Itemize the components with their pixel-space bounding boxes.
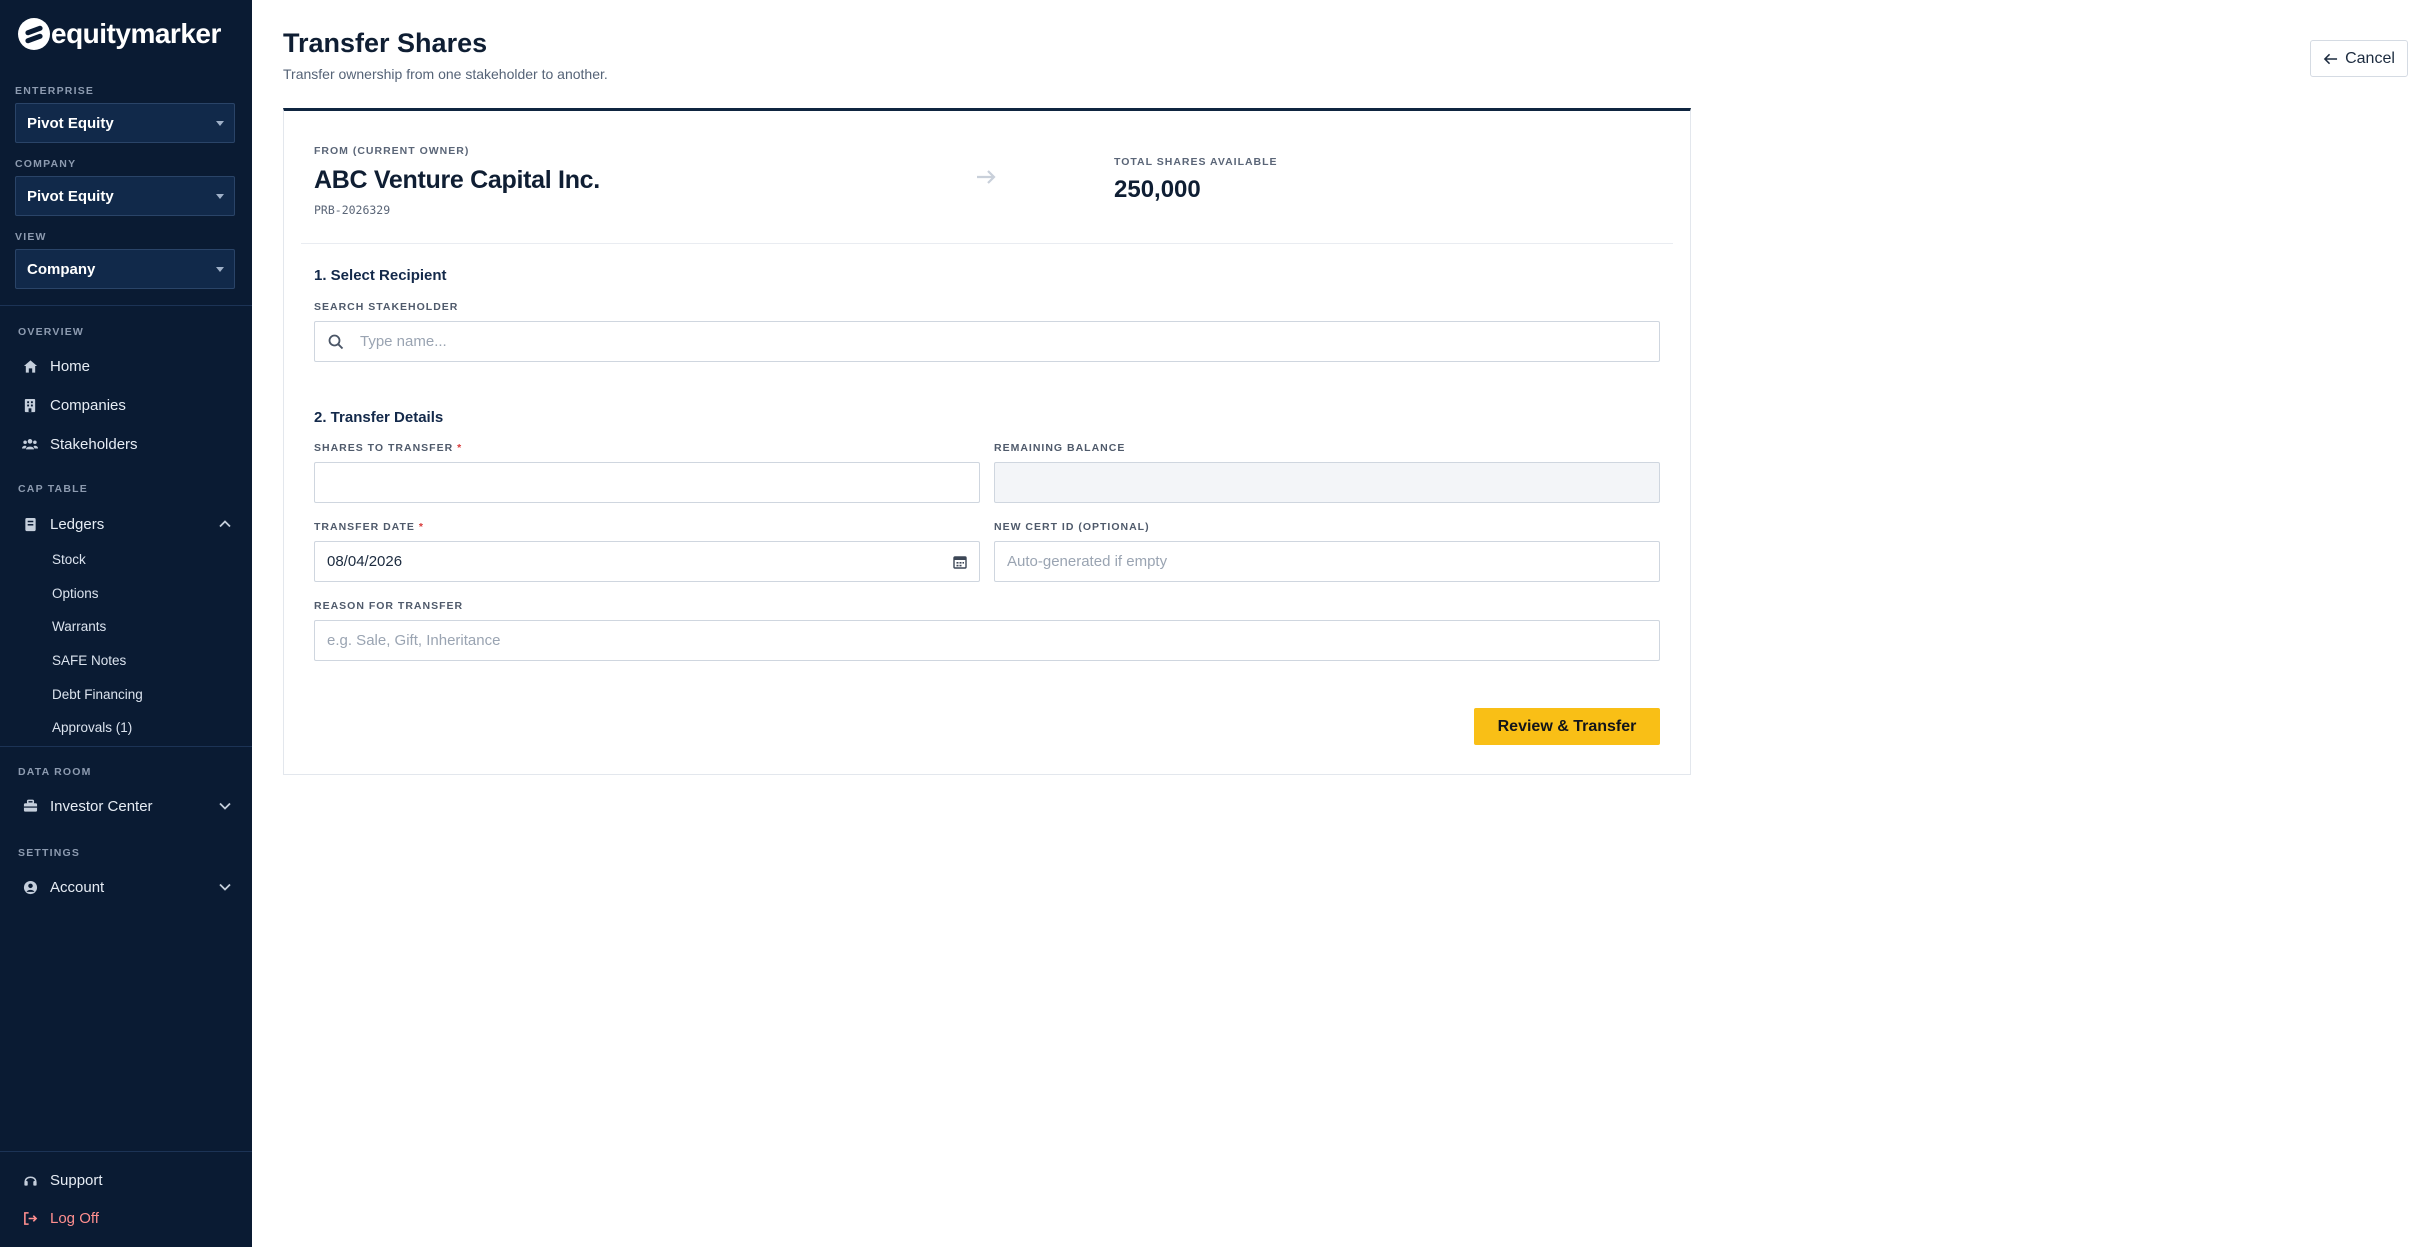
new-cert-id-input[interactable]: Auto-generated if empty <box>994 541 1660 582</box>
building-icon <box>22 397 38 413</box>
chevron-down-icon[interactable] <box>216 797 234 815</box>
cancel-button-label: Cancel <box>2345 49 2395 67</box>
sidebar-divider <box>0 305 252 306</box>
cap-table-section-label: CAP TABLE <box>18 483 88 495</box>
enterprise-select-value: Pivot Equity <box>27 114 114 132</box>
enterprise-select[interactable]: Pivot Equity <box>15 103 235 143</box>
review-transfer-button[interactable]: Review & Transfer <box>1474 708 1660 745</box>
shares-to-transfer-input[interactable] <box>314 462 980 503</box>
sidebar-item-label: Account <box>50 878 105 896</box>
reason-for-transfer-placeholder: e.g. Sale, Gift, Inheritance <box>327 632 501 649</box>
transfer-date-input[interactable]: 08/04/2026 <box>314 541 980 582</box>
sidebar-divider <box>0 746 252 747</box>
overview-section-label: OVERVIEW <box>18 326 85 338</box>
transfer-details-heading: 2. Transfer Details <box>314 409 444 426</box>
sidebar-subitem-debt-financing[interactable]: Debt Financing <box>52 687 143 702</box>
review-transfer-button-label: Review & Transfer <box>1497 717 1637 735</box>
sidebar-item-account[interactable]: Account <box>22 874 234 900</box>
total-shares-value: 250,000 <box>1114 176 1201 203</box>
search-icon <box>328 334 344 349</box>
sidebar-item-support[interactable]: Support <box>22 1167 234 1193</box>
cancel-button[interactable]: Cancel <box>2310 40 2408 77</box>
company-select[interactable]: Pivot Equity <box>15 176 235 216</box>
settings-section-label: SETTINGS <box>18 847 81 859</box>
users-icon <box>22 436 38 452</box>
home-icon <box>22 358 38 374</box>
sidebar-subitem-safe-notes[interactable]: SAFE Notes <box>52 653 126 668</box>
sidebar-item-ledgers[interactable]: Ledgers <box>22 511 234 537</box>
from-owner-name: ABC Venture Capital Inc. <box>314 166 600 194</box>
sidebar-item-label: Log Off <box>50 1209 99 1227</box>
calendar-icon[interactable] <box>953 555 967 569</box>
view-select-value: Company <box>27 260 96 278</box>
page-title: Transfer Shares <box>283 28 488 58</box>
caret-down-icon <box>216 121 224 126</box>
data-room-section-label: DATA ROOM <box>18 766 92 778</box>
logo-text: equitymarker <box>51 18 221 49</box>
enterprise-label: ENTERPRISE <box>15 85 95 97</box>
view-select[interactable]: Company <box>15 249 235 289</box>
select-recipient-heading: 1. Select Recipient <box>314 267 447 284</box>
search-stakeholder-placeholder: Type name... <box>360 333 447 350</box>
sidebar-item-label: Support <box>50 1171 103 1189</box>
caret-down-icon <box>216 194 224 199</box>
transfer-date-label: TRANSFER DATE * <box>314 521 424 533</box>
page-subtitle: Transfer ownership from one stakeholder … <box>283 66 608 82</box>
sidebar-subitem-options[interactable]: Options <box>52 586 99 601</box>
reason-for-transfer-input[interactable]: e.g. Sale, Gift, Inheritance <box>314 620 1660 661</box>
sidebar-subitem-approvals[interactable]: Approvals (1) <box>52 720 132 735</box>
sidebar-item-stakeholders[interactable]: Stakeholders <box>22 431 234 457</box>
ledger-icon <box>22 516 38 532</box>
sidebar-subitem-warrants[interactable]: Warrants <box>52 619 106 634</box>
sidebar-subitem-stock[interactable]: Stock <box>52 552 86 567</box>
sidebar-item-logoff[interactable]: Log Off <box>22 1205 234 1231</box>
search-stakeholder-input[interactable]: Type name... <box>314 321 1660 362</box>
from-owner-label: FROM (CURRENT OWNER) <box>314 145 470 157</box>
arrow-left-icon <box>2323 53 2338 64</box>
shares-to-transfer-label: SHARES TO TRANSFER * <box>314 442 463 454</box>
remaining-balance-label: REMAINING BALANCE <box>994 442 1126 454</box>
brand-logo[interactable]: equitymarker <box>18 16 221 52</box>
chevron-up-icon[interactable] <box>216 515 234 533</box>
logo-mark-icon <box>18 18 50 50</box>
chevron-down-icon[interactable] <box>216 878 234 896</box>
company-select-value: Pivot Equity <box>27 187 114 205</box>
sidebar-item-companies[interactable]: Companies <box>22 392 234 418</box>
headset-icon <box>22 1172 38 1188</box>
sidebar-item-label: Ledgers <box>50 515 105 533</box>
new-cert-id-label: NEW CERT ID (OPTIONAL) <box>994 521 1150 533</box>
briefcase-icon <box>22 798 38 814</box>
sidebar-item-home[interactable]: Home <box>22 353 234 379</box>
from-owner-id: PRB-2026329 <box>314 203 391 217</box>
sidebar-item-label: Companies <box>50 396 126 414</box>
transfer-date-value: 08/04/2026 <box>327 553 403 570</box>
remaining-balance-field <box>994 462 1660 503</box>
sidebar-item-label: Home <box>50 357 91 375</box>
view-label: VIEW <box>15 231 47 243</box>
arrow-right-icon <box>977 170 996 184</box>
reason-for-transfer-label: REASON FOR TRANSFER <box>314 600 464 612</box>
user-circle-icon <box>22 879 38 895</box>
required-asterisk: * <box>418 521 424 533</box>
logout-icon <box>22 1210 38 1226</box>
transfer-card: FROM (CURRENT OWNER) ABC Venture Capital… <box>283 108 1691 775</box>
sidebar-divider <box>0 1151 252 1152</box>
search-stakeholder-label: SEARCH STAKEHOLDER <box>314 301 459 313</box>
new-cert-id-placeholder: Auto-generated if empty <box>1007 553 1168 570</box>
caret-down-icon <box>216 267 224 272</box>
company-label: COMPANY <box>15 158 77 170</box>
sidebar: equitymarker ENTERPRISE Pivot Equity COM… <box>0 0 252 1247</box>
total-shares-label: TOTAL SHARES AVAILABLE <box>1114 156 1278 168</box>
sidebar-item-label: Stakeholders <box>50 435 138 453</box>
sidebar-item-label: Investor Center <box>50 797 153 815</box>
required-asterisk: * <box>457 442 463 454</box>
sidebar-item-investor-center[interactable]: Investor Center <box>22 793 234 819</box>
card-divider <box>301 243 1673 244</box>
